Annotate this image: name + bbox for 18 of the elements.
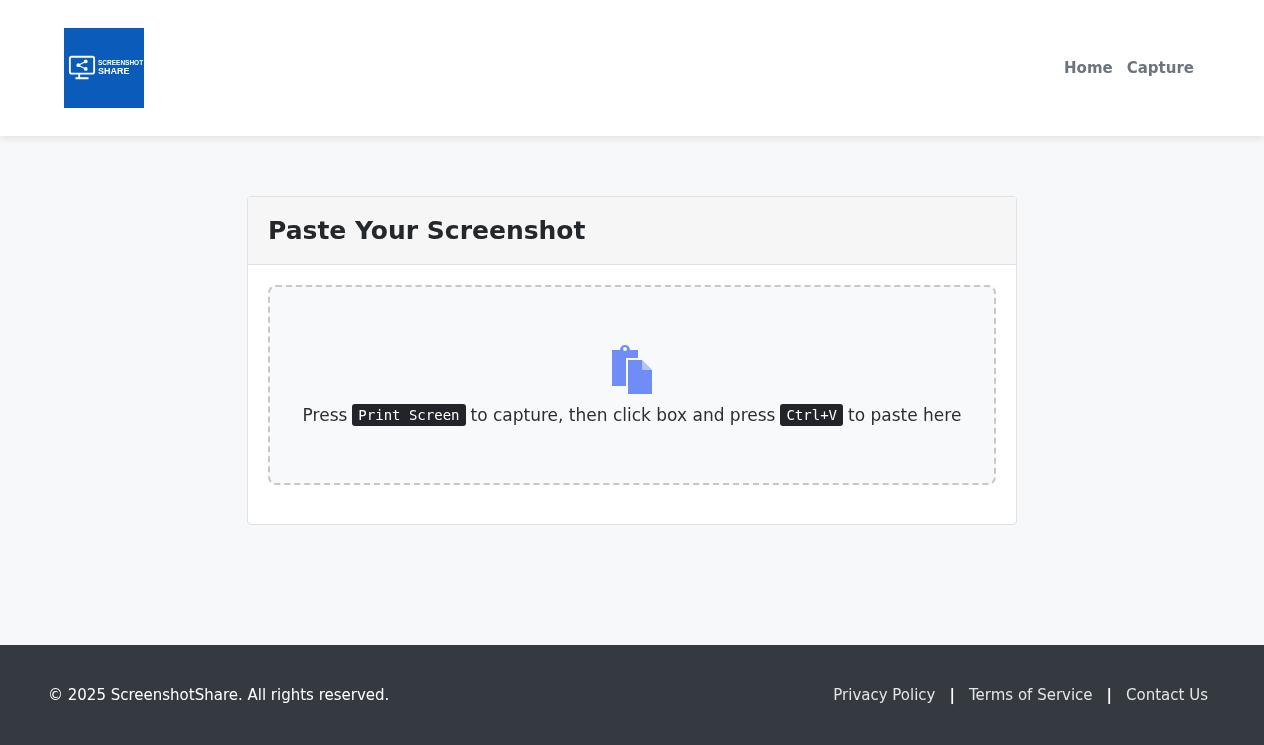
- instruction-text: to paste here: [848, 405, 962, 425]
- logo-text: SHARE: [98, 66, 131, 76]
- footer-link[interactable]: Privacy Policy: [833, 686, 936, 704]
- monitor-share-icon: [68, 54, 96, 82]
- keyboard-key: Print Screen: [352, 404, 466, 426]
- paste-area[interactable]: Press Print Screen to capture, then click box and press Ctrl+V to paste here: [268, 285, 996, 485]
- clipboard-paste-icon: [610, 344, 654, 394]
- keyboard-key: Ctrl+V: [780, 404, 843, 426]
- nav-link[interactable]: Home: [1064, 59, 1113, 77]
- nav-link[interactable]: Capture: [1126, 59, 1194, 77]
- separator: |: [1106, 686, 1113, 704]
- footer-link[interactable]: Terms of Service: [969, 686, 1093, 704]
- copyright-text: © 2025 ScreenshotShare. All rights reserved.: [48, 686, 390, 704]
- instruction-text: Press: [302, 405, 348, 425]
- separator: |: [949, 686, 955, 704]
- footer-link[interactable]: Contact Us: [1126, 686, 1208, 704]
- instruction-text: to capture, then click box and press: [470, 405, 776, 425]
- card-title: Paste Your Screenshot: [268, 216, 586, 245]
